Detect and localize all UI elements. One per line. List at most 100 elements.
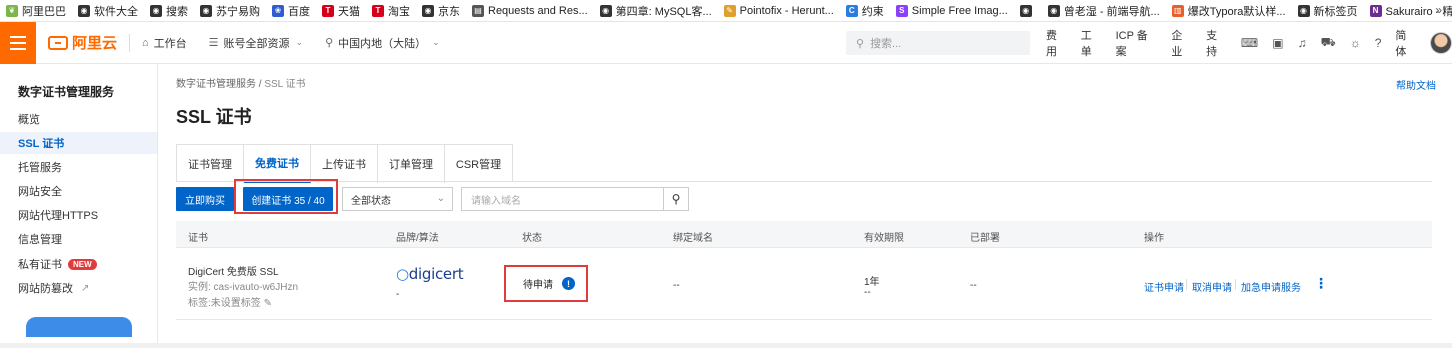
- sidebar-item-private-certs[interactable]: 私有证书 NEW: [0, 253, 157, 275]
- breadcrumb-separator: /: [258, 79, 262, 90]
- col-certificate: 证书: [188, 233, 208, 244]
- new-badge: NEW: [68, 258, 97, 270]
- region-dropdown[interactable]: ⚲ 中国内地（大陆） ⌄: [325, 35, 440, 51]
- nav-link-ticket[interactable]: 工单: [1081, 27, 1103, 59]
- status-filter-select[interactable]: 全部状态 ⌄: [342, 187, 453, 211]
- edit-pencil-icon[interactable]: ✎: [264, 298, 272, 309]
- bookmark-label: 第四章: MySQL客...: [615, 5, 712, 18]
- bookmark-item[interactable]: T 淘宝: [372, 3, 410, 19]
- urgent-service-link[interactable]: 加急申请服务: [1241, 279, 1301, 294]
- bookmarks-more-button[interactable]: »: [1435, 3, 1442, 17]
- bookmark-item[interactable]: ◉ 新标签页: [1297, 3, 1358, 19]
- terminal-icon[interactable]: ⌨: [1241, 36, 1258, 50]
- sidebar-item-label: 网站代理HTTPS: [18, 210, 99, 222]
- bookmark-item[interactable]: S Simple Free Imag...: [895, 4, 1008, 17]
- home-icon: ⌂: [142, 36, 149, 49]
- tab-csr-management[interactable]: CSR管理: [445, 145, 512, 183]
- bookmark-label: 搜索: [166, 5, 188, 18]
- user-avatar[interactable]: [1430, 32, 1452, 54]
- sidebar-floating-button[interactable]: [26, 317, 132, 337]
- tab-free-certs[interactable]: 免费证书: [244, 145, 311, 183]
- list-icon: ☰: [208, 37, 219, 49]
- col-status: 状态: [522, 233, 542, 244]
- sidebar-item-proxy-https[interactable]: 网站代理HTTPS: [0, 204, 157, 226]
- bookmark-item[interactable]: ◉ 软件大全: [78, 3, 138, 19]
- bookmark-item[interactable]: ▥ 爆改Typora默认样...: [1171, 3, 1286, 19]
- bookmark-label: 约束: [861, 5, 884, 18]
- sidebar-item-label: 概览: [18, 114, 40, 126]
- globe-icon: ◉: [150, 4, 162, 17]
- bookmark-item[interactable]: ◉ 搜索: [150, 3, 188, 19]
- nav-link-support[interactable]: 支持: [1206, 27, 1228, 59]
- bookmark-label: 淘宝: [388, 5, 410, 18]
- tab-upload-certs[interactable]: 上传证书: [311, 145, 378, 183]
- lightbulb-icon[interactable]: ☼: [1350, 36, 1361, 50]
- bookmark-item[interactable]: ❦ 阿里巴巴: [6, 3, 66, 19]
- col-validity: 有效期限: [864, 233, 904, 244]
- info-icon[interactable]: !: [562, 277, 575, 290]
- sidebar-item-ssl-certificates[interactable]: SSL 证书: [0, 132, 157, 154]
- breadcrumb-current: SSL 证书: [264, 79, 306, 90]
- sidebar-item-info-management[interactable]: 信息管理: [0, 228, 157, 250]
- cart-icon[interactable]: ⛟: [1321, 35, 1336, 51]
- bell-icon[interactable]: ♫: [1298, 36, 1307, 50]
- tab-order-management[interactable]: 订单管理: [378, 145, 445, 183]
- sidebar-item-website-security[interactable]: 网站安全: [0, 180, 157, 202]
- bookmark-label: Requests and Res...: [488, 4, 588, 17]
- breadcrumb-parent[interactable]: 数字证书管理服务: [176, 79, 256, 90]
- bookmark-item[interactable]: ❀ 百度: [272, 3, 310, 19]
- chevron-down-icon: ⌄: [432, 37, 440, 47]
- sidebar: 数字证书管理服务 概览 SSL 证书 托管服务 网站安全 网站代理HTTPS 信…: [0, 64, 158, 348]
- search-button[interactable]: ⚲: [663, 187, 689, 211]
- more-actions-icon[interactable]: ⋮: [1314, 275, 1328, 292]
- cancel-apply-link[interactable]: 取消申请: [1192, 279, 1232, 294]
- location-pin-icon: ⚲: [325, 37, 334, 49]
- global-search-input[interactable]: ⚲ 搜索...: [846, 31, 1030, 55]
- apply-cert-link[interactable]: 证书申请: [1144, 279, 1184, 294]
- nav-link-billing[interactable]: 费用: [1046, 27, 1068, 59]
- bookmark-label: 新标签页: [1313, 5, 1358, 18]
- sidebar-item-label: 私有证书: [18, 259, 62, 271]
- buy-now-button[interactable]: 立即购买: [176, 187, 234, 211]
- bookmark-label: 爆改Typora默认样...: [1187, 5, 1286, 18]
- bookmark-item[interactable]: ▤ Requests and Res...: [472, 4, 588, 17]
- action-separator: [1235, 279, 1236, 290]
- nav-link-enterprise[interactable]: 企业: [1171, 27, 1193, 59]
- domain-search-input[interactable]: 请输入域名: [461, 187, 664, 211]
- language-switch[interactable]: 简体: [1395, 27, 1417, 59]
- sidebar-title: 数字证书管理服务: [18, 85, 115, 99]
- sidebar-item-label: 网站安全: [18, 186, 62, 198]
- workbench-link[interactable]: ⌂ 工作台: [142, 35, 187, 51]
- bound-domain: --: [673, 280, 680, 291]
- page-title: SSL 证书: [176, 107, 252, 127]
- globe-icon: ◉: [1019, 4, 1032, 17]
- bookmark-item[interactable]: ◉ 第四章: MySQL客...: [599, 3, 712, 19]
- taobao-icon: T: [372, 4, 384, 17]
- action-separator: [1186, 279, 1187, 290]
- bookmark-item[interactable]: ◉ 京东: [422, 3, 460, 19]
- top-right-links: 费用 工单 ICP 备案 企业 支持 ⌨ ▣ ♫ ⛟ ☼ ? 简体: [1046, 22, 1452, 64]
- help-docs-link[interactable]: 帮助文档: [1396, 77, 1436, 92]
- bookmark-item[interactable]: ◉ 苏宁易购: [200, 3, 260, 19]
- nav-divider: [129, 33, 131, 52]
- cert-tag[interactable]: 标签:未设置标签 ✎: [188, 294, 272, 309]
- sidebar-item-tamper-protection[interactable]: 网站防篡改 ↗: [0, 277, 157, 299]
- aliyun-logo[interactable]: 阿里云: [48, 32, 117, 53]
- n-icon: N: [1369, 4, 1382, 17]
- account-scope-dropdown[interactable]: ☰ 账号全部资源 ⌄: [209, 35, 303, 51]
- sidebar-item-overview[interactable]: 概览: [0, 108, 157, 130]
- nav-link-icp[interactable]: ICP 备案: [1116, 27, 1159, 59]
- sidebar-item-hosting[interactable]: 托管服务: [0, 156, 157, 178]
- image-icon[interactable]: ▣: [1272, 36, 1283, 50]
- logo-text: 阿里云: [72, 35, 118, 52]
- menu-hamburger-icon[interactable]: [0, 21, 36, 64]
- bookmark-item[interactable]: ◉: [1019, 4, 1036, 17]
- bookmark-item[interactable]: T 天猫: [322, 3, 360, 19]
- tab-cert-management[interactable]: 证书管理: [177, 145, 244, 183]
- tab-divider: [176, 181, 1432, 182]
- bookmark-item[interactable]: C 约束: [845, 3, 884, 19]
- bookmark-item[interactable]: ✎ Pointofix - Herunt...: [723, 4, 834, 17]
- bookmark-item[interactable]: ◉ 曾老湿 - 前端导航...: [1047, 3, 1160, 19]
- domain-search-placeholder: 请输入域名: [471, 195, 521, 207]
- help-circle-icon[interactable]: ?: [1375, 36, 1382, 50]
